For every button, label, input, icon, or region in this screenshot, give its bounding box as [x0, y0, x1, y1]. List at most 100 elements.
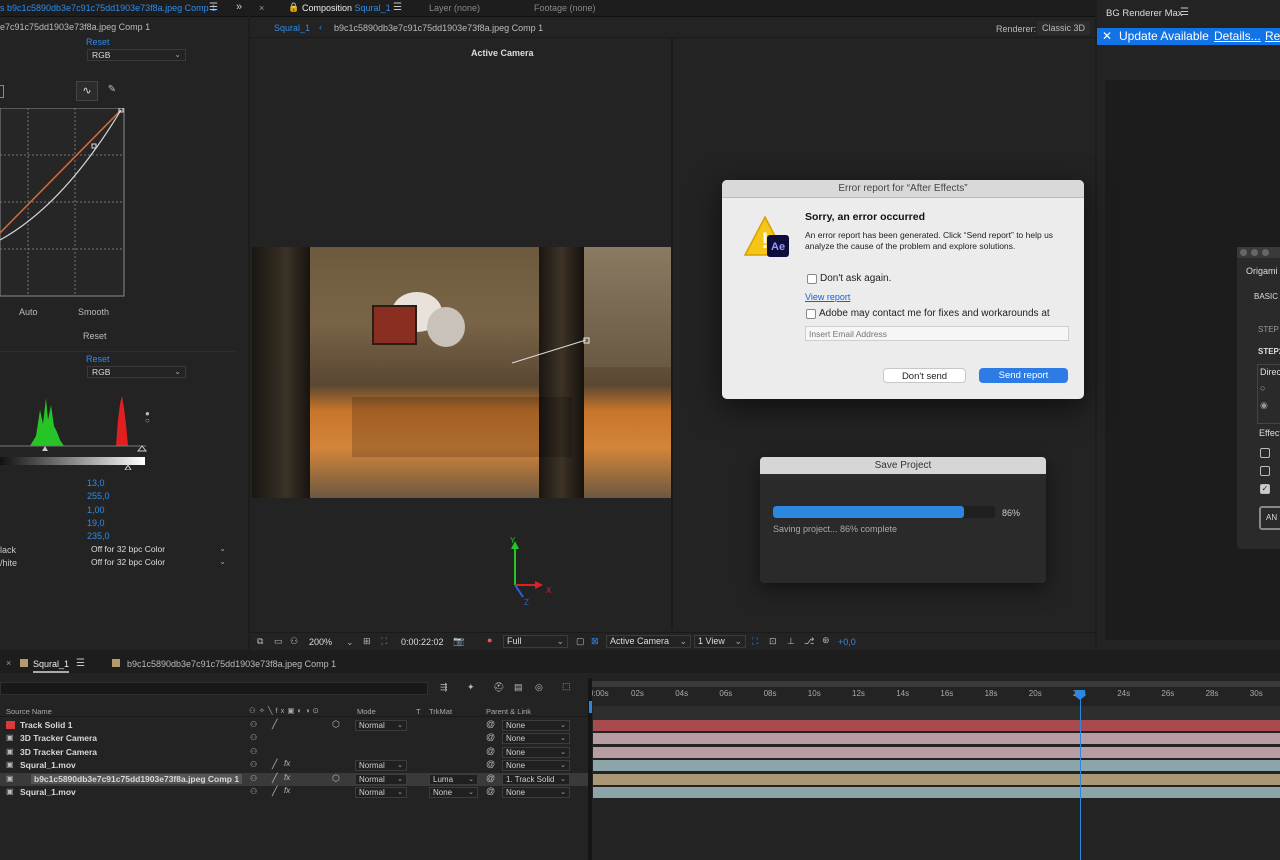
contact-checkbox[interactable] [806, 309, 816, 319]
origami-an-button[interactable]: AN [1259, 506, 1280, 530]
layer-mode-select[interactable]: Normal ⌄ [355, 787, 407, 798]
tab-composition[interactable]: Composition Squral_1 [302, 3, 391, 13]
shy-switch-icon[interactable]: ⚇ [250, 760, 257, 769]
current-time[interactable]: 0:00:22:02 [401, 637, 444, 647]
layer-mode-select[interactable]: Normal ⌄ [355, 720, 407, 731]
origami-basic-tab[interactable]: BASIC [1254, 292, 1278, 301]
shy-switch-icon[interactable]: ⚇ [250, 747, 257, 756]
pick-whip-icon[interactable]: @ [486, 746, 495, 756]
pick-whip-icon[interactable]: @ [486, 732, 495, 742]
quality-switch-icon[interactable]: ╱ [272, 759, 277, 770]
effect-checkbox-3[interactable]: ✓ [1260, 484, 1270, 494]
curves-smooth-button[interactable]: Smooth [78, 307, 109, 317]
tab-layer[interactable]: Layer (none) [429, 3, 480, 13]
levels-channel-select[interactable]: RGB ⌄ [87, 366, 186, 378]
layer-label-color[interactable]: ▣ [6, 747, 15, 756]
chevron-left-icon[interactable]: ‹ [319, 22, 322, 32]
col-parent[interactable]: Parent & Link [486, 707, 531, 716]
layer-row[interactable]: ▣ 3D Tracker Camera ⚇ @ None ⌄ [0, 732, 588, 745]
clip-black-select[interactable]: Off for 32 bpc Color ⌄ [87, 544, 230, 556]
flow-comp-link[interactable]: Squral_1 [274, 23, 310, 33]
camera-snapshot-icon[interactable]: 📷 [453, 636, 464, 647]
tab-timeline-active[interactable]: Squral_1 [33, 659, 70, 673]
send-report-button[interactable]: Send report [979, 368, 1068, 383]
layer-label-color[interactable]: ▣ [6, 774, 15, 783]
dont-ask-label[interactable]: Don't ask again. [820, 273, 891, 284]
col-mode[interactable]: Mode [357, 707, 376, 716]
tab-footage[interactable]: Footage (none) [534, 3, 596, 13]
grid-icon[interactable]: ⊞ [363, 636, 371, 647]
curve-tool-pen[interactable]: ∿ [76, 81, 98, 101]
origami-step2[interactable]: STEP2 [1258, 347, 1280, 356]
panel-menu-icon[interactable]: ☰ [393, 2, 402, 13]
curves-reset-button[interactable]: Reset [83, 331, 107, 341]
flowchart-icon[interactable]: ⎇ [804, 636, 814, 647]
layer-label-color[interactable]: ▣ [6, 734, 15, 742]
mask-icon[interactable]: ⛶ [381, 636, 387, 647]
effects-switch-icon[interactable]: fx [284, 773, 290, 782]
panel-menu-icon[interactable]: ☰ [76, 658, 85, 669]
layer-label-color[interactable] [6, 721, 15, 729]
parent-select[interactable]: None ⌄ [502, 733, 570, 745]
graph-editor-icon[interactable]: ⬚ [562, 681, 571, 692]
track-matte-select[interactable]: Luma ⌄ [429, 773, 478, 785]
remind-link[interactable]: Rem [1265, 28, 1280, 45]
view-report-link[interactable]: View report [805, 292, 850, 302]
radio-out[interactable]: ◉ [1260, 400, 1268, 411]
radio-in[interactable]: ○ [1260, 383, 1265, 393]
layer-row[interactable]: ▣ Squral_1.mov ⚇ ╱ fx Normal ⌄ None ⌄ @ None ⌄ [0, 786, 588, 799]
monitor-icon[interactable]: ▭ [274, 636, 283, 647]
layer-mode-select[interactable]: Normal ⌄ [355, 760, 407, 772]
expand-panels-icon[interactable]: » [236, 1, 242, 13]
resolution-select[interactable]: Full ⌄ [503, 635, 568, 648]
layer-name[interactable]: Track Solid 1 [20, 720, 72, 730]
fast-preview-icon[interactable]: ⊡ [769, 636, 777, 647]
shy-switch-icon[interactable]: ⚇ [250, 720, 257, 729]
pick-whip-icon[interactable]: @ [486, 759, 495, 769]
curve-tool-pencil-icon[interactable]: ✎ [102, 81, 122, 101]
color-channels-icon[interactable]: ● [487, 635, 492, 645]
curves-auto-button[interactable]: Auto [19, 307, 38, 317]
shy-switch-icon[interactable]: ⚇ [250, 787, 257, 796]
curves-reset-link[interactable]: Reset [86, 37, 110, 47]
effect-controls-tab[interactable]: s b9c1c5890db3e7c91c75dd1903e73f8a.jpeg … [0, 3, 216, 13]
dont-ask-checkbox[interactable] [807, 274, 817, 284]
col-source-name[interactable]: Source Name [6, 707, 52, 716]
layer-mode-select[interactable]: Normal ⌄ [355, 773, 407, 785]
timeline-icon[interactable]: ⊥ [787, 636, 795, 647]
layer-duration-bar[interactable] [593, 787, 1280, 798]
effect-checkbox-1[interactable] [1260, 448, 1270, 458]
snapshot-icon[interactable]: ⧉ [257, 636, 263, 647]
close-icon[interactable]: ✕ [1102, 28, 1112, 45]
pixel-aspect-icon[interactable]: ⛶ [752, 636, 758, 647]
email-field[interactable] [805, 326, 1069, 341]
lock-icon[interactable]: 🔒 [288, 2, 299, 13]
dont-send-button[interactable]: Don't send [883, 368, 966, 383]
layer-name[interactable]: Squral_1.mov [20, 760, 76, 770]
exposure-icon[interactable]: ⊛ [822, 635, 830, 646]
quality-switch-icon[interactable]: ╱ [272, 786, 277, 797]
histogram-options-icon[interactable]: ● ○ [145, 410, 150, 425]
col-trkmat[interactable]: TrkMat [429, 707, 452, 716]
levels-reset-link[interactable]: Reset [86, 354, 110, 364]
col-t[interactable]: T [416, 707, 421, 716]
window-controls[interactable] [1237, 247, 1280, 258]
levels-gamma[interactable]: 1,00 [87, 505, 105, 515]
levels-input-black[interactable]: 13,0 [87, 478, 105, 488]
timeline-ruler[interactable]: 0:00s02s04s06s08s10s12s14s16s18s20s22s24… [589, 681, 1280, 701]
curves-graph[interactable] [0, 108, 126, 298]
shy-layers-icon[interactable]: ⛑ [493, 682, 504, 693]
pick-whip-icon[interactable]: @ [486, 773, 495, 783]
motion-blur-icon[interactable]: ◎ [535, 682, 543, 693]
layer-label-color[interactable]: ▣ [6, 761, 15, 769]
parent-select[interactable]: 1. Track Solid ⌄ [502, 773, 570, 785]
layer-row[interactable]: Track Solid 1 ⚇ ╱ ⬡ Normal ⌄ @ None ⌄ [0, 719, 588, 732]
composition-mini-flowchart-icon[interactable]: ⇶ [440, 682, 448, 693]
view-layout-select[interactable]: 1 View ⌄ [694, 635, 746, 648]
view-options-icon[interactable]: ⚇ [290, 636, 298, 647]
parent-select[interactable]: None ⌄ [502, 720, 570, 731]
layer-duration-bar[interactable] [593, 733, 1280, 745]
3d-layer-icon[interactable]: ⬡ [332, 719, 340, 730]
track-matte-select[interactable]: None ⌄ [429, 787, 478, 798]
renderer-button[interactable]: Classic 3D [1037, 21, 1091, 35]
